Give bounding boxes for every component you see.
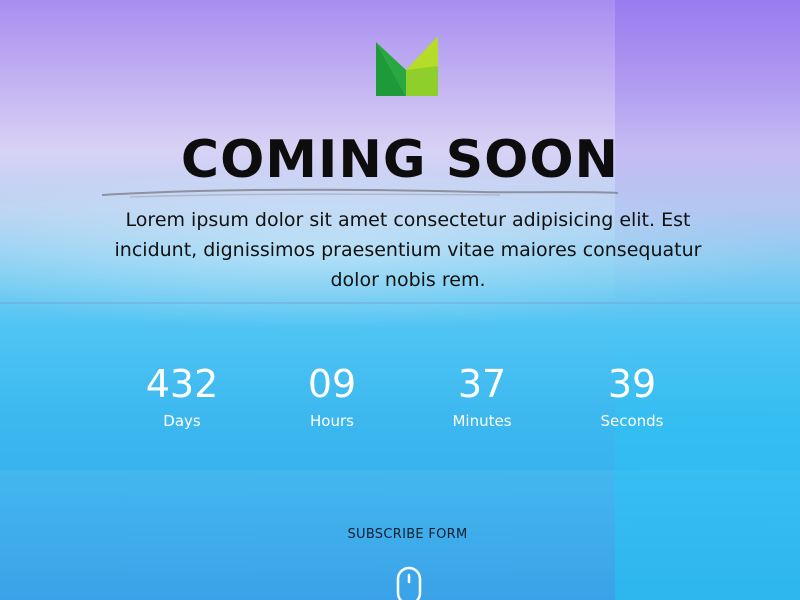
countdown-seconds: 39 Seconds [557, 360, 707, 432]
countdown-minutes-value: 37 [457, 362, 507, 406]
logo-icon[interactable] [376, 36, 440, 96]
background-glass-panel [615, 0, 800, 600]
countdown-days-label: Days [163, 412, 201, 430]
subscribe-form-heading: SUBSCRIBE FORM [347, 527, 468, 542]
page-title: COMING SOON [180, 130, 620, 190]
countdown-days-value: 432 [145, 362, 219, 406]
mouse-scroll-icon[interactable] [396, 566, 422, 600]
countdown-minutes: 37 Minutes [407, 360, 557, 432]
countdown-days: 432 Days [107, 360, 257, 432]
countdown-hours: 09 Hours [257, 360, 407, 432]
countdown-seconds-value: 39 [607, 362, 657, 406]
hero-description: Lorem ipsum dolor sit amet consectetur a… [114, 209, 702, 291]
title-underline-decoration [101, 188, 619, 198]
countdown-seconds-label: Seconds [600, 412, 664, 430]
countdown-hours-label: Hours [310, 412, 354, 430]
countdown-hours-value: 09 [307, 362, 357, 406]
countdown-minutes-label: Minutes [452, 412, 512, 430]
